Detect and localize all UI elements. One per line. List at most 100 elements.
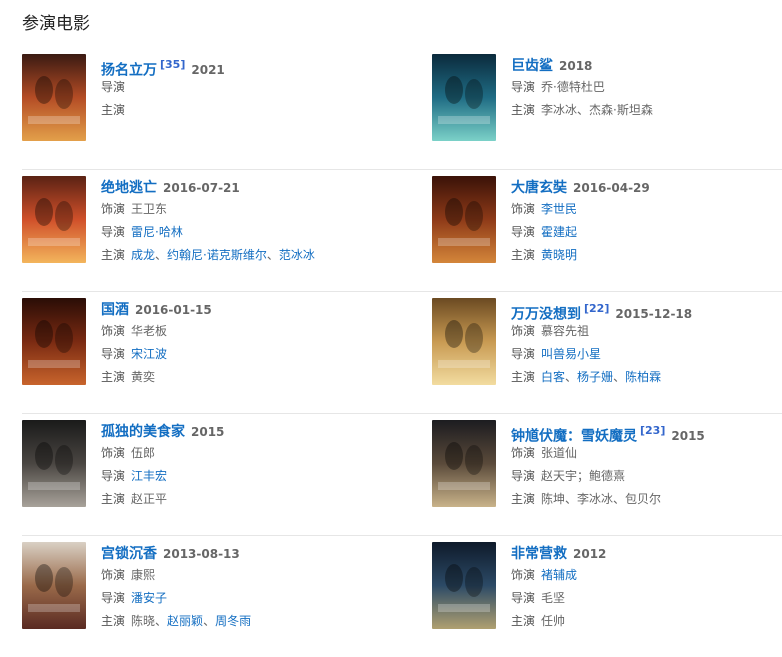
person-link[interactable]: 范冰冰 <box>279 248 315 262</box>
movie-info: 国酒 2016-01-15 饰演 华老板导演 宋江波主演 黄奕 <box>101 298 381 389</box>
movie-card: 钟馗伏魔：雪妖魔灵 [23] 2015 饰演 张道仙 导演 赵天宇；鲍德熹 主演 陈坤、李冰冰、… <box>432 420 782 510</box>
person-link[interactable]: 周冬雨 <box>215 614 251 628</box>
credit-label: 主演 <box>511 614 536 628</box>
movie-title-link[interactable]: 绝地逃亡 <box>101 180 157 196</box>
credit-line: 主演 黄奕 <box>101 366 381 389</box>
movie-title-link[interactable]: 宫锁沉香 <box>101 546 157 562</box>
movie-info: 扬名立万 [35] 2021 导演 主演 <box>101 54 381 122</box>
person-link[interactable]: 褚辅成 <box>541 568 577 582</box>
release-date: 2015 <box>191 425 225 439</box>
release-date: 2013-08-13 <box>163 547 240 561</box>
credit-label: 饰演 <box>101 202 126 216</box>
person-link[interactable]: 李世民 <box>541 202 577 216</box>
movie-info: 万万没想到 [22] 2015-12-18 饰演 慕容先祖 导演 叫兽易小星 主演 白客、杨子姗… <box>511 298 782 389</box>
movie-poster-image[interactable] <box>432 542 496 629</box>
movie-poster-image[interactable] <box>432 54 496 141</box>
credit-line: 导演 乔·德特杜巴 <box>511 76 782 99</box>
reference-link[interactable]: [35] <box>160 58 185 71</box>
poster-art <box>432 542 496 629</box>
credit-value: 乔·德特杜巴 <box>541 80 605 94</box>
movie-info: 钟馗伏魔：雪妖魔灵 [23] 2015 饰演 张道仙 导演 赵天宇；鲍德熹 主演 陈坤、李冰冰、… <box>511 420 782 511</box>
person-link[interactable]: 潘安子 <box>131 591 167 605</box>
credit-line: 主演 李冰冰、杰森·斯坦森 <box>511 99 782 122</box>
movie-title-link[interactable]: 国酒 <box>101 302 129 318</box>
credit-label: 导演 <box>101 347 126 361</box>
person-link[interactable]: 白客 <box>541 370 565 384</box>
credit-line: 导演 霍建起 <box>511 221 782 244</box>
credit-line: 饰演 慕容先祖 <box>511 320 782 343</box>
movie-grid: 扬名立万 [35] 2021 导演 主演 巨齿鲨 2018 导演 乔·德特杜巴 主演 李冰冰、杰森·… <box>22 48 782 657</box>
credit-value: 李冰冰、杰森·斯坦森 <box>541 103 653 117</box>
movie-poster-image[interactable] <box>432 298 496 385</box>
person-link[interactable]: 陈柏霖 <box>625 370 661 384</box>
movie-poster-image[interactable] <box>22 420 86 507</box>
credit-value: 伍郎 <box>131 446 156 460</box>
movie-poster-image[interactable] <box>22 176 86 263</box>
credit-value: 华老板 <box>131 324 168 338</box>
person-link[interactable]: 江丰宏 <box>131 469 167 483</box>
person-link[interactable]: 约翰尼·诺克斯维尔 <box>167 248 267 262</box>
movie-title-link[interactable]: 孤独的美食家 <box>101 424 185 440</box>
poster-art <box>432 54 496 141</box>
person-link[interactable]: 成龙 <box>131 248 155 262</box>
movie-info: 巨齿鲨 2018 导演 乔·德特杜巴 主演 李冰冰、杰森·斯坦森 <box>511 54 782 122</box>
credit-line: 主演 赵正平 <box>101 488 381 511</box>
credit-label: 导演 <box>511 80 536 94</box>
credit-label: 饰演 <box>511 324 536 338</box>
movie-poster-image[interactable] <box>22 54 86 141</box>
credit-value: 、 <box>155 614 168 628</box>
person-link[interactable]: 杨子姗 <box>577 370 613 384</box>
credit-line: 导演 江丰宏 <box>101 465 381 488</box>
poster-art <box>22 54 86 141</box>
release-date: 2012 <box>573 547 607 561</box>
reference-link[interactable]: [23] <box>640 424 665 437</box>
person-link[interactable]: 雷尼·哈林 <box>131 225 183 239</box>
movie-title-link[interactable]: 非常营救 <box>511 546 567 562</box>
movie-card: 孤独的美食家 2015 饰演 伍郎 导演 江丰宏 主演 赵正平 <box>22 420 382 510</box>
credit-line: 饰演 李世民 <box>511 198 782 221</box>
movie-card: 国酒 2016-01-15 饰演 华老板导演 宋江波主演 黄奕 <box>22 298 382 388</box>
credit-label: 主演 <box>101 103 126 117</box>
person-link[interactable]: 黄晓明 <box>541 248 577 262</box>
credit-line: 主演 陈坤、李冰冰、包贝尔 <box>511 488 782 511</box>
movie-poster-image[interactable] <box>432 420 496 507</box>
credit-line: 导演 雷尼·哈林 <box>101 221 381 244</box>
movie-card: 非常营救 2012 饰演 褚辅成 导演 毛坚 主演 任帅 <box>432 542 782 632</box>
credit-label: 主演 <box>101 370 126 384</box>
movie-title-link[interactable]: 大唐玄奘 <box>511 180 567 196</box>
poster-art <box>432 176 496 263</box>
credit-label: 饰演 <box>101 446 126 460</box>
release-date: 2021 <box>191 63 225 78</box>
movie-row: 绝地逃亡 2016-07-21 饰演 王卫东 导演 雷尼·哈林 主演 成龙、约翰尼·诺克斯维尔… <box>22 170 782 292</box>
credit-line: 导演 赵天宇；鲍德熹 <box>511 465 782 488</box>
credit-label: 主演 <box>101 614 126 628</box>
movie-poster-image[interactable] <box>432 176 496 263</box>
movie-card: 巨齿鲨 2018 导演 乔·德特杜巴 主演 李冰冰、杰森·斯坦森 <box>432 54 782 144</box>
credit-value: 、 <box>613 370 626 384</box>
credit-value: 、 <box>565 370 578 384</box>
credit-line: 导演 潘安子 <box>101 587 381 610</box>
person-link[interactable]: 赵丽颖 <box>167 614 203 628</box>
movie-title-line: 巨齿鲨 2018 <box>511 54 782 76</box>
reference-link[interactable]: [22] <box>584 302 609 315</box>
credit-value: 张道仙 <box>541 446 578 460</box>
credit-line: 饰演 王卫东 <box>101 198 381 221</box>
credit-line: 饰演 伍郎 <box>101 442 381 465</box>
credit-line: 饰演 华老板 <box>101 320 381 343</box>
movie-title-line: 万万没想到 [22] 2015-12-18 <box>511 298 782 322</box>
person-link[interactable]: 霍建起 <box>541 225 577 239</box>
credit-label: 主演 <box>511 248 536 262</box>
credit-value: 、 <box>203 614 216 628</box>
movie-poster-image[interactable] <box>22 298 86 385</box>
movie-title-line: 绝地逃亡 2016-07-21 <box>101 176 381 198</box>
movie-poster-image[interactable] <box>22 542 86 629</box>
movie-title-link[interactable]: 巨齿鲨 <box>511 58 553 74</box>
credit-value: 慕容先祖 <box>541 324 590 338</box>
release-date: 2016-01-15 <box>135 303 212 317</box>
poster-art <box>432 420 496 507</box>
person-link[interactable]: 宋江波 <box>131 347 167 361</box>
movie-row: 宫锁沉香 2013-08-13 饰演 康熙 导演 潘安子 主演 陈晓、赵丽颖、周冬雨 非常营救 2… <box>22 536 782 657</box>
person-link[interactable]: 叫兽易小星 <box>541 347 601 361</box>
movie-title-line: 大唐玄奘 2016-04-29 <box>511 176 782 198</box>
release-date: 2016-04-29 <box>573 181 650 195</box>
